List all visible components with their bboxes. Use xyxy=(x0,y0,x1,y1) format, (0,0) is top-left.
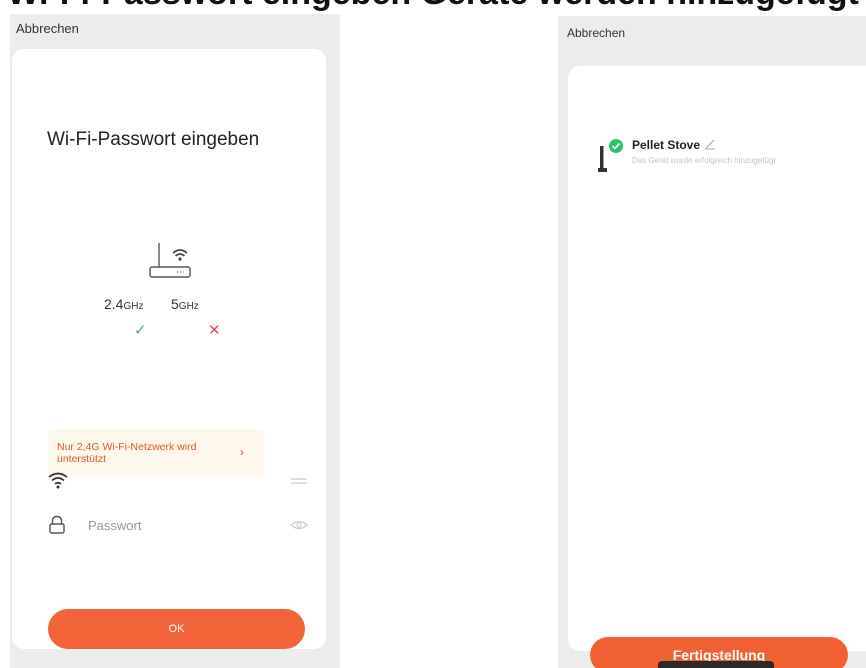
cross-icon: ✕ xyxy=(208,322,221,339)
cancel-button[interactable]: Abbrechen xyxy=(16,21,79,36)
wifi-password-card: Wi-Fi-Passwort eingeben 2.4GHz 5GHz ✓ ✕ … xyxy=(12,49,326,649)
wifi-warning-banner[interactable]: Nur 2,4G Wi-Fi-Netzwerk wird unterstützt… xyxy=(48,429,264,477)
pellet-stove-icon xyxy=(598,139,623,172)
router-icon xyxy=(149,243,191,278)
password-field[interactable] xyxy=(86,517,270,534)
checkmark-icon: ✓ xyxy=(134,322,147,339)
band-2-4ghz-label: 2.4GHz xyxy=(104,296,144,312)
lock-icon xyxy=(49,515,65,534)
warning-text: Nur 2,4G Wi-Fi-Netzwerk wird unterstützt xyxy=(57,441,197,465)
eye-icon[interactable] xyxy=(290,520,308,530)
cancel-button[interactable]: Abbrechen xyxy=(567,26,625,40)
device-name: Pellet Stove xyxy=(632,138,701,152)
password-row[interactable] xyxy=(48,515,308,537)
wifi-list-icon[interactable] xyxy=(290,476,308,486)
header-strip-text: Wi-Fi-Passwort eingeben Geräte werden hi… xyxy=(0,0,866,13)
wifi-icon xyxy=(48,472,68,489)
edit-pencil-icon[interactable] xyxy=(704,138,716,150)
band-5ghz-label: 5GHz xyxy=(171,296,199,312)
device-added-card: Pellet Stove Das Gerät wurde erfolgreich… xyxy=(568,66,866,668)
device-added-screen: Abbrechen Pellet Stove Das Gerät wurde e… xyxy=(558,16,866,668)
wifi-network-row[interactable] xyxy=(48,471,308,493)
wifi-network-field[interactable] xyxy=(86,473,270,490)
page-title: Wi-Fi-Passwort eingeben xyxy=(47,129,260,150)
home-indicator xyxy=(658,661,774,668)
wifi-password-screen: Abbrechen Wi-Fi-Passwort eingeben 2.4GHz… xyxy=(10,14,340,668)
device-subtitle: Das Gerät wurde erfolgreich hinzugefügt xyxy=(632,156,776,165)
chevron-right-icon: › xyxy=(240,445,244,459)
ok-button[interactable]: OK xyxy=(48,609,305,649)
